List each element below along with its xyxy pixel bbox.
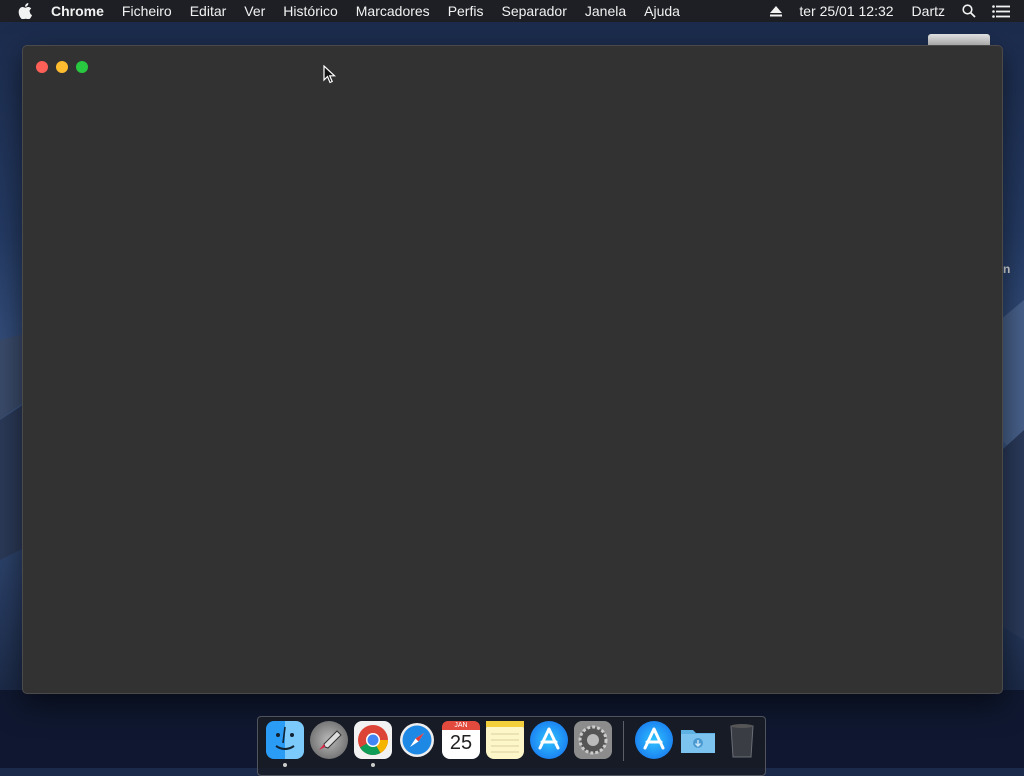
finder-icon[interactable] <box>266 721 304 767</box>
chrome-window[interactable] <box>22 45 1003 694</box>
dock-separator <box>623 721 624 761</box>
notes-icon[interactable] <box>486 721 524 759</box>
menu-clock[interactable]: ter 25/01 12:32 <box>790 0 902 22</box>
mouse-cursor-icon <box>323 65 337 84</box>
eject-icon[interactable] <box>762 0 790 22</box>
maximize-button[interactable] <box>76 61 88 73</box>
trash-icon[interactable] <box>723 721 761 759</box>
menu-separador[interactable]: Separador <box>492 0 575 22</box>
dock: JAN 25 <box>257 716 766 776</box>
spotlight-search-icon[interactable] <box>954 0 984 22</box>
apple-icon[interactable] <box>0 3 42 19</box>
chrome-icon[interactable] <box>354 721 392 767</box>
menu-bar: Chrome Ficheiro Editar Ver Histórico Mar… <box>0 0 1024 22</box>
menu-ficheiro[interactable]: Ficheiro <box>113 0 181 22</box>
menu-ajuda[interactable]: Ajuda <box>635 0 689 22</box>
calendar-day: 25 <box>449 732 473 754</box>
downloads-folder-icon[interactable] <box>679 721 717 759</box>
system-preferences-icon[interactable] <box>574 721 612 759</box>
close-button[interactable] <box>36 61 48 73</box>
menu-app-name[interactable]: Chrome <box>42 0 113 22</box>
menu-marcadores[interactable]: Marcadores <box>347 0 439 22</box>
desktop-icon-label: n <box>1003 262 1011 276</box>
app-store-download-icon[interactable] <box>635 721 673 759</box>
window-controls <box>36 61 88 73</box>
menu-editar[interactable]: Editar <box>181 0 236 22</box>
launchpad-icon[interactable] <box>310 721 348 759</box>
safari-icon[interactable] <box>398 721 436 759</box>
notification-center-icon[interactable] <box>984 0 1018 22</box>
menu-ver[interactable]: Ver <box>235 0 274 22</box>
menu-user[interactable]: Dartz <box>903 0 954 22</box>
minimize-button[interactable] <box>56 61 68 73</box>
running-indicator <box>283 763 287 767</box>
calendar-month: JAN <box>442 721 480 730</box>
menu-historico[interactable]: Histórico <box>274 0 346 22</box>
menu-janela[interactable]: Janela <box>576 0 635 22</box>
running-indicator <box>371 763 375 767</box>
menu-perfis[interactable]: Perfis <box>439 0 493 22</box>
app-store-icon[interactable] <box>530 721 568 759</box>
calendar-icon[interactable]: JAN 25 <box>442 721 480 759</box>
